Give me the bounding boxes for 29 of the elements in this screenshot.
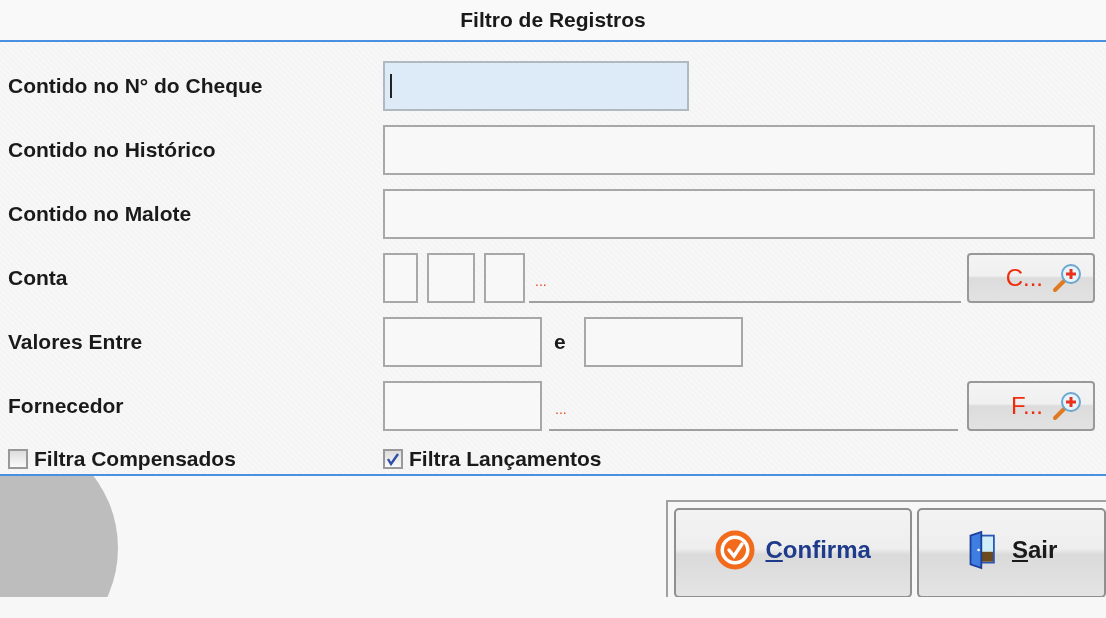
account-field[interactable] xyxy=(427,253,475,303)
window-title: Filtro de Registros xyxy=(460,8,646,32)
exit-button[interactable]: Sair xyxy=(917,508,1106,597)
text-field[interactable] xyxy=(383,61,689,111)
range-separator: e xyxy=(554,330,566,354)
checkbox-label: Filtra Compensados xyxy=(34,447,236,471)
code-field[interactable] xyxy=(383,381,542,431)
value-field[interactable] xyxy=(383,317,542,367)
description-field: ... xyxy=(549,381,958,431)
checkbox-label: Filtra Lançamentos xyxy=(409,447,602,471)
text-cursor xyxy=(390,74,392,98)
checkbox[interactable] xyxy=(383,449,403,469)
check-circle-icon xyxy=(715,530,756,570)
confirm-button[interactable]: Confirma xyxy=(674,508,913,597)
account-field[interactable] xyxy=(484,253,525,303)
field-label: Fornecedor xyxy=(8,393,125,419)
checkbox[interactable] xyxy=(8,449,28,469)
search-icon xyxy=(1051,262,1083,294)
field-label: Contido no Malote xyxy=(8,201,193,227)
account-field[interactable] xyxy=(383,253,418,303)
description-field: ... xyxy=(529,253,961,303)
field-label: Contido no N° do Cheque xyxy=(8,73,264,99)
field-label: Valores Entre xyxy=(8,329,144,355)
value-field[interactable] xyxy=(583,317,743,367)
text-field[interactable] xyxy=(383,189,1095,239)
search-icon xyxy=(1051,390,1083,422)
field-label: Contido no Histórico xyxy=(8,137,217,163)
field-label: Conta xyxy=(8,265,69,291)
text-field[interactable] xyxy=(383,125,1095,175)
